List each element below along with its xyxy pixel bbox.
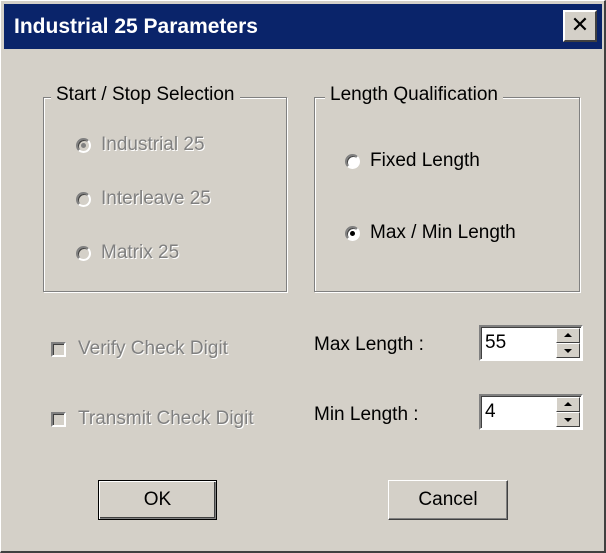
min-length-decrement-button[interactable] bbox=[556, 412, 580, 427]
radio-label-fixed-length: Fixed Length bbox=[370, 150, 480, 171]
arrow-up-icon bbox=[564, 402, 572, 406]
cancel-button[interactable]: Cancel bbox=[388, 480, 508, 520]
max-length-increment-button[interactable] bbox=[556, 328, 580, 343]
radio-matrix-25[interactable]: Matrix 25 bbox=[76, 242, 179, 264]
start-stop-selection-title: Start / Stop Selection bbox=[51, 84, 240, 106]
radio-button-max-min-length[interactable] bbox=[345, 225, 360, 241]
transmit-check-digit-label: Transmit Check Digit bbox=[78, 408, 254, 429]
arrow-down-icon bbox=[564, 349, 572, 353]
window-title: Industrial 25 Parameters bbox=[14, 15, 258, 38]
max-length-spin-buttons bbox=[556, 328, 580, 358]
cancel-button-label: Cancel bbox=[418, 489, 478, 510]
ok-button[interactable]: OK bbox=[98, 480, 217, 520]
transmit-check-digit-checkbox[interactable] bbox=[51, 411, 66, 427]
title-bar[interactable]: Industrial 25 Parameters ✕ bbox=[4, 4, 602, 49]
close-button[interactable]: ✕ bbox=[563, 10, 597, 42]
radio-interleave-25[interactable]: Interleave 25 bbox=[76, 188, 211, 210]
radio-button-industrial-25[interactable] bbox=[76, 137, 91, 153]
length-qualification-title: Length Qualification bbox=[325, 84, 503, 106]
close-icon: ✕ bbox=[570, 12, 590, 37]
verify-check-digit-checkbox-row[interactable]: Verify Check Digit bbox=[51, 338, 228, 360]
min-length-input[interactable] bbox=[483, 398, 555, 426]
max-length-label: Max Length : bbox=[314, 334, 424, 355]
radio-label-interleave-25: Interleave 25 bbox=[101, 188, 211, 209]
radio-industrial-25[interactable]: Industrial 25 bbox=[76, 134, 205, 156]
max-length-spinner[interactable] bbox=[479, 325, 583, 361]
radio-max-min-length[interactable]: Max / Min Length bbox=[345, 222, 516, 244]
max-length-input[interactable] bbox=[483, 329, 555, 357]
transmit-check-digit-checkbox-row[interactable]: Transmit Check Digit bbox=[51, 408, 254, 430]
min-length-spin-buttons bbox=[556, 397, 580, 427]
dialog-window: Industrial 25 Parameters ✕ Start / Stop … bbox=[0, 0, 606, 553]
radio-button-matrix-25[interactable] bbox=[76, 245, 91, 261]
ok-button-label: OK bbox=[143, 489, 172, 510]
radio-label-matrix-25: Matrix 25 bbox=[101, 242, 180, 263]
min-length-increment-button[interactable] bbox=[556, 397, 580, 412]
radio-label-max-min-length: Max / Min Length bbox=[370, 222, 516, 243]
min-length-label: Min Length : bbox=[314, 404, 419, 425]
arrow-down-icon bbox=[564, 418, 572, 422]
radio-button-fixed-length[interactable] bbox=[345, 153, 360, 169]
length-qualification-group: Length Qualification Fixed Length Max / … bbox=[314, 84, 580, 292]
radio-fixed-length[interactable]: Fixed Length bbox=[345, 150, 480, 172]
max-length-decrement-button[interactable] bbox=[556, 343, 580, 358]
min-length-spinner[interactable] bbox=[479, 394, 583, 430]
verify-check-digit-checkbox[interactable] bbox=[51, 341, 66, 357]
radio-label-industrial-25: Industrial 25 bbox=[101, 134, 205, 155]
start-stop-selection-group: Start / Stop Selection Industrial 25 Int… bbox=[43, 84, 287, 292]
arrow-up-icon bbox=[564, 333, 572, 337]
radio-button-interleave-25[interactable] bbox=[76, 191, 91, 207]
verify-check-digit-label: Verify Check Digit bbox=[78, 338, 228, 359]
